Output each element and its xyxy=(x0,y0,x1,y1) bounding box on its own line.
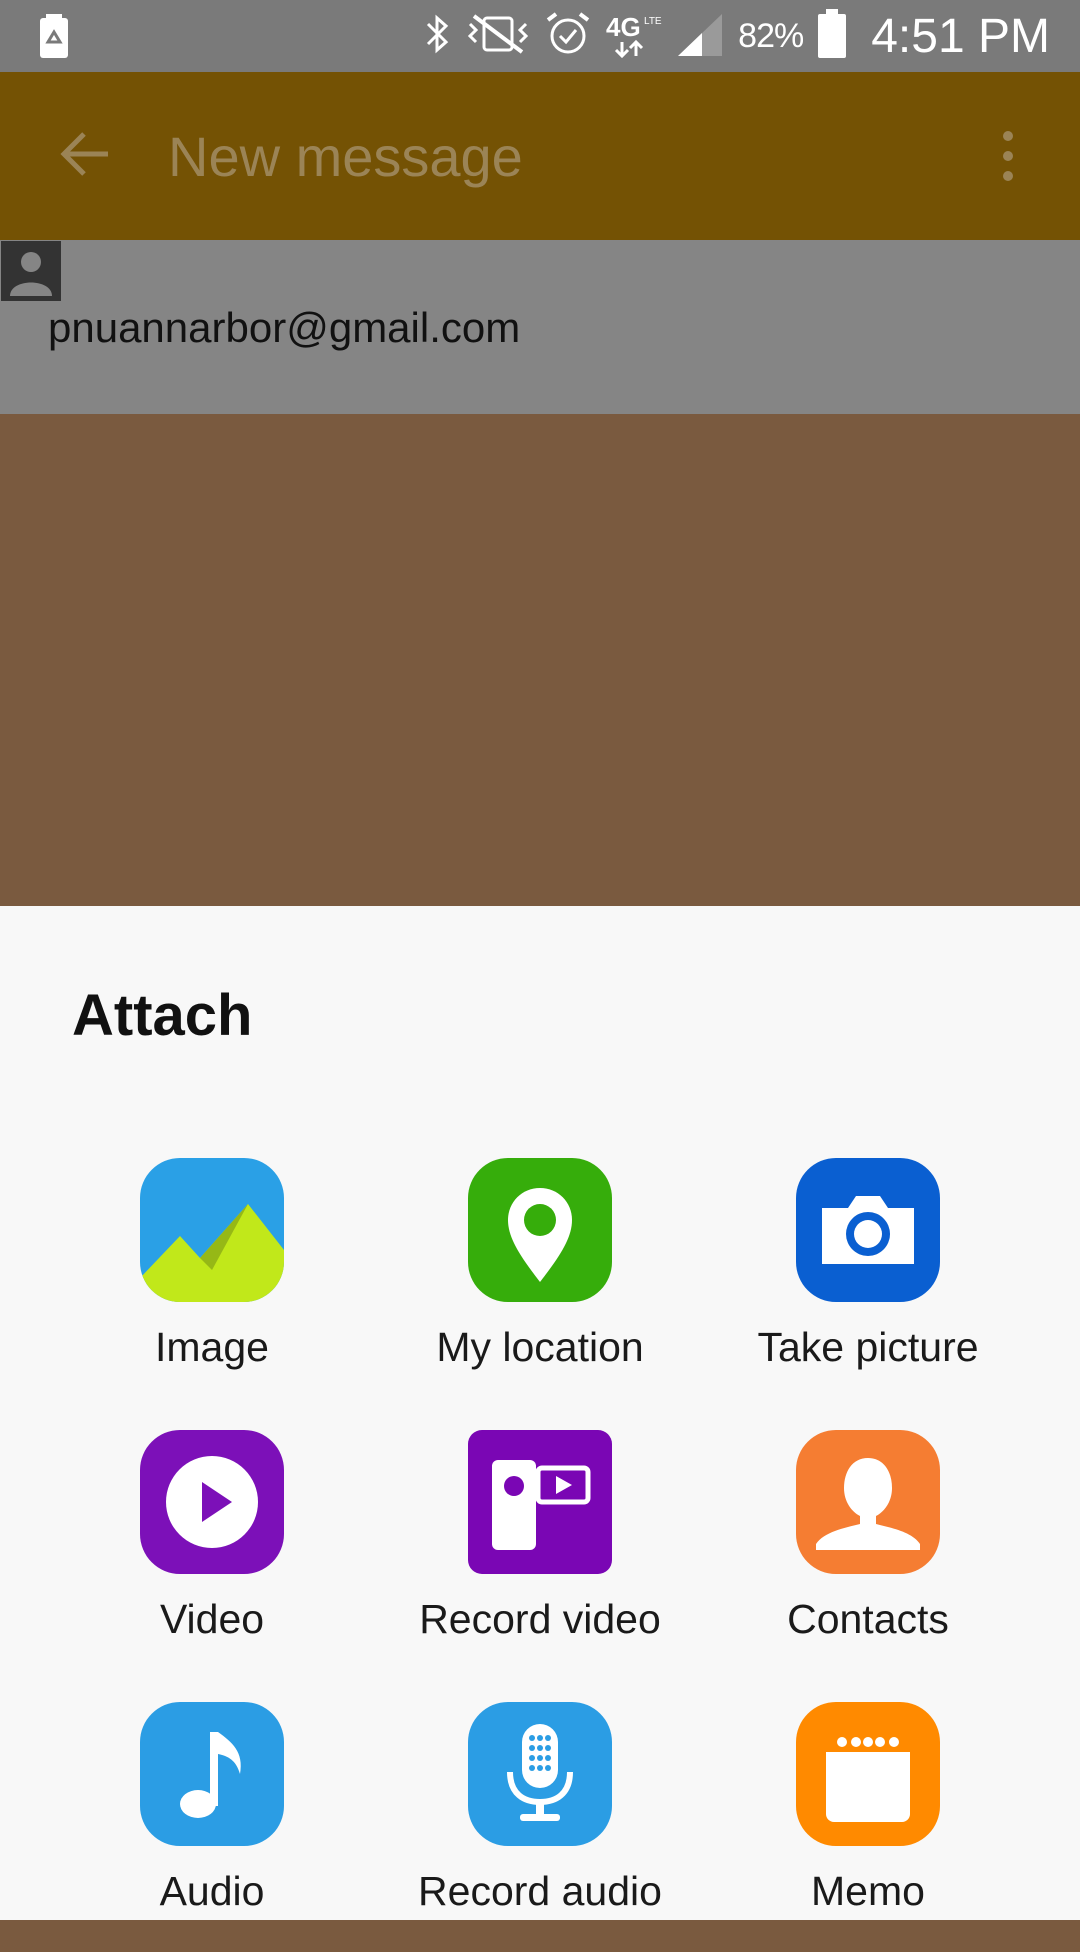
camera-icon xyxy=(796,1158,940,1302)
signal-icon xyxy=(676,10,724,63)
attach-item-label: Contacts xyxy=(787,1596,949,1642)
svg-text:LTE: LTE xyxy=(644,16,662,27)
attach-item-label: Record audio xyxy=(418,1868,662,1914)
attach-item-label: Video xyxy=(159,1596,265,1642)
battery-percent: 82% xyxy=(738,16,804,55)
bluetooth-icon xyxy=(422,12,452,61)
attach-take-picture-button[interactable]: Take picture xyxy=(704,1158,1032,1408)
microphone-icon xyxy=(468,1702,612,1846)
attach-item-label: Take picture xyxy=(757,1324,979,1370)
attach-item-label: Memo xyxy=(811,1868,925,1914)
attach-contacts-button[interactable]: Contacts xyxy=(704,1430,1032,1680)
attach-image-button[interactable]: Image xyxy=(48,1158,376,1408)
vibrate-mute-icon xyxy=(466,12,530,61)
app-toolbar: New message xyxy=(0,72,1080,240)
page-title: New message xyxy=(168,125,523,188)
attach-record-audio-button[interactable]: Record audio xyxy=(376,1702,704,1952)
attach-location-button[interactable]: My location xyxy=(376,1158,704,1408)
battery-saver-icon xyxy=(38,14,70,63)
message-body-area xyxy=(0,414,1080,906)
svg-text:4G: 4G xyxy=(606,12,641,42)
attach-sheet: Attach Image My location Take picture Vi… xyxy=(0,906,1080,1920)
attach-memo-button[interactable]: Memo xyxy=(704,1702,1032,1952)
video-play-icon xyxy=(140,1430,284,1574)
attach-video-button[interactable]: Video xyxy=(48,1430,376,1680)
4g-lte-icon: 4G LTE xyxy=(606,10,662,63)
clock: 4:51 PM xyxy=(871,9,1050,63)
attach-item-label: Record video xyxy=(419,1596,661,1642)
contact-picker-icon[interactable] xyxy=(0,240,62,302)
attach-item-label: My location xyxy=(436,1324,644,1370)
attach-title: Attach xyxy=(72,983,253,1048)
attach-item-label: Audio xyxy=(159,1868,265,1914)
memo-icon xyxy=(796,1702,940,1846)
battery-icon xyxy=(817,8,847,64)
attach-audio-button[interactable]: Audio xyxy=(48,1702,376,1952)
attach-item-label: Image xyxy=(155,1324,269,1370)
music-note-icon xyxy=(140,1702,284,1846)
more-vertical-icon[interactable] xyxy=(990,128,1026,184)
image-icon xyxy=(140,1158,284,1302)
location-pin-icon xyxy=(468,1158,612,1302)
arrow-left-icon[interactable] xyxy=(58,126,114,182)
video-camera-icon xyxy=(468,1430,612,1574)
recipient-field[interactable]: pnuannarbor@gmail.com xyxy=(0,240,1080,414)
attach-record-video-button[interactable]: Record video xyxy=(376,1430,704,1680)
alarm-icon xyxy=(544,10,592,63)
status-bar: 4G LTE 82% 4:51 PM xyxy=(0,0,1080,72)
recipient-address[interactable]: pnuannarbor@gmail.com xyxy=(48,304,520,352)
contact-person-icon xyxy=(796,1430,940,1574)
